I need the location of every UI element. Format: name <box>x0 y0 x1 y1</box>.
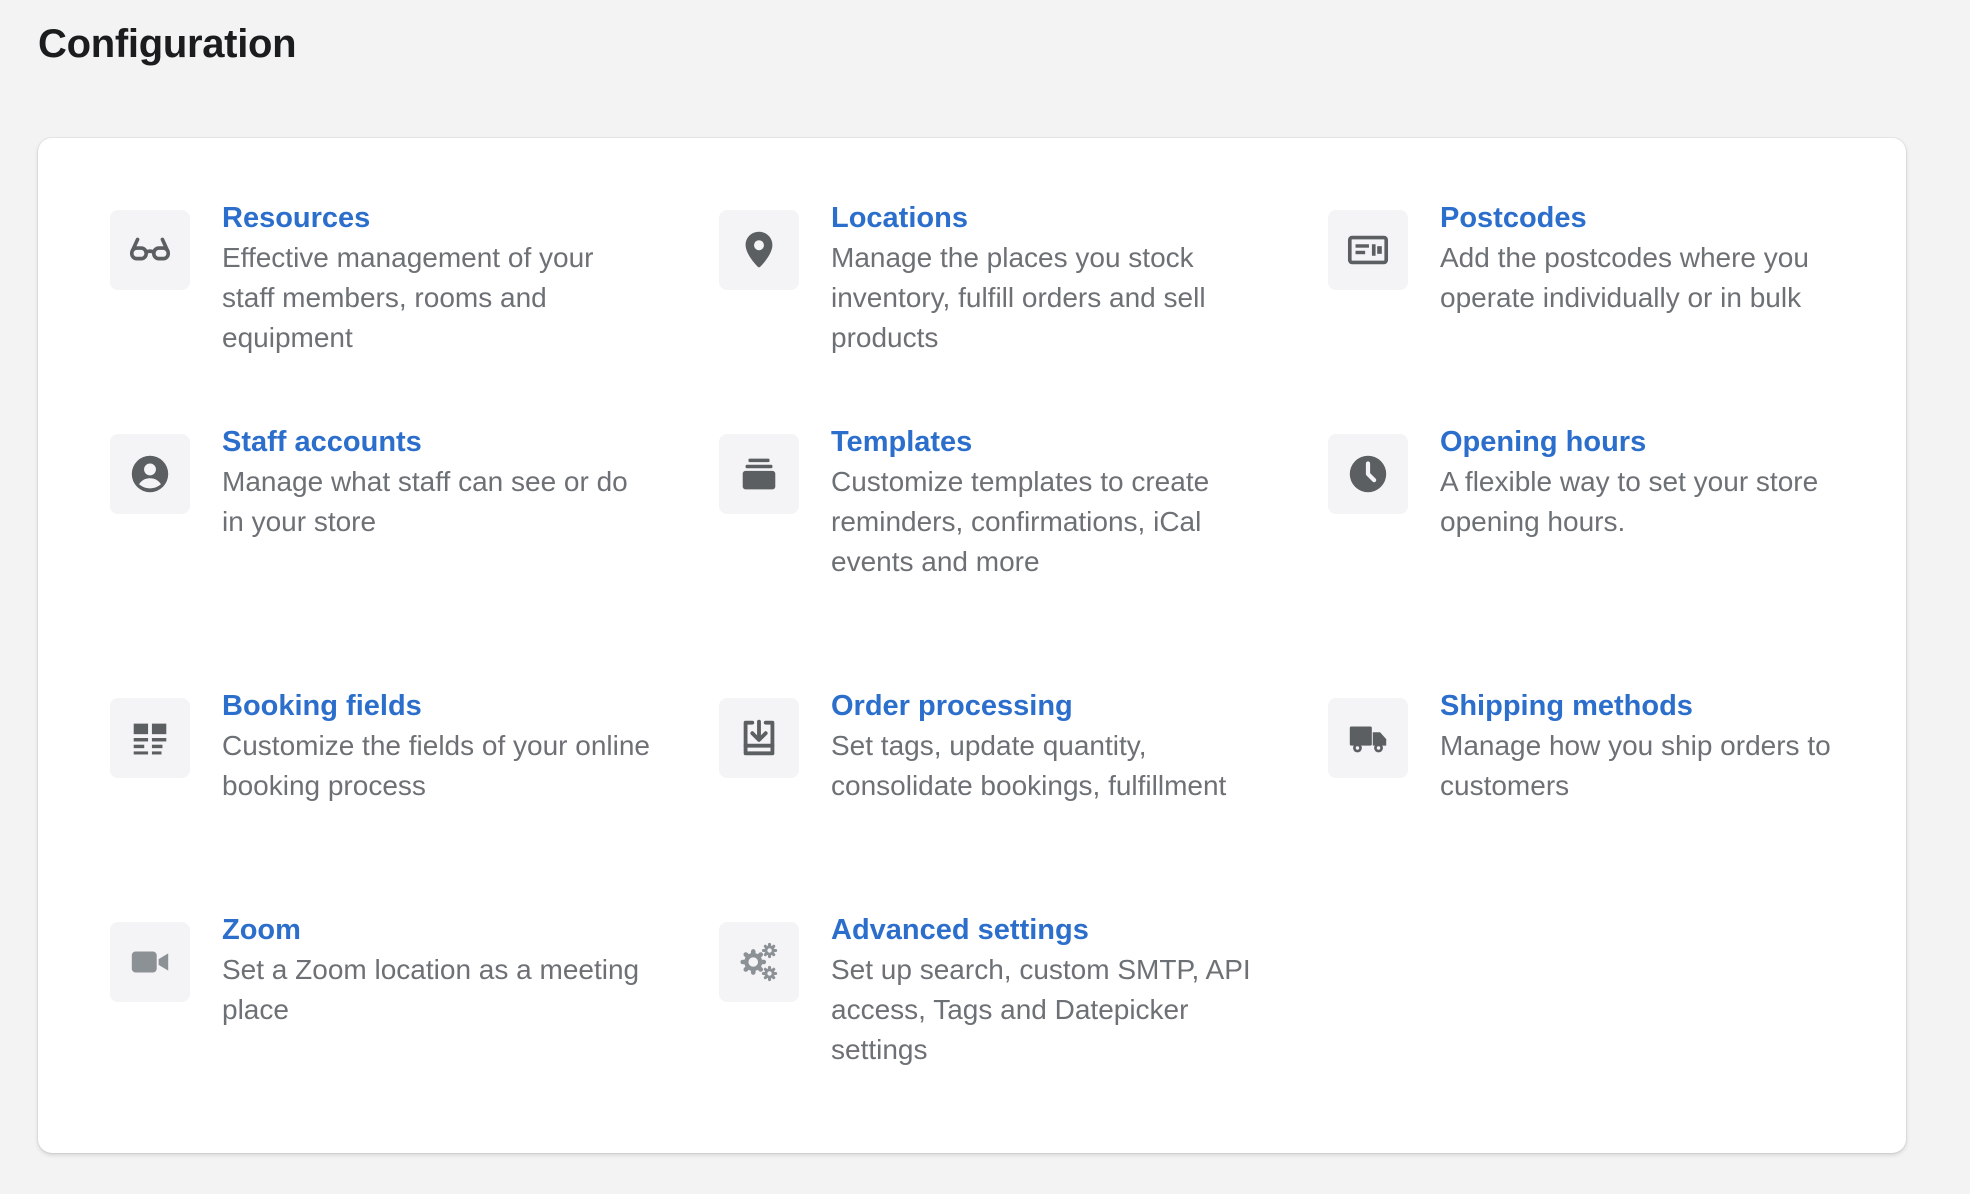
config-item-locations[interactable]: Locations Manage the places you stock in… <box>719 198 1259 358</box>
clock-icon <box>1328 434 1408 514</box>
config-item-description: Set up search, custom SMTP, API access, … <box>831 954 1251 1065</box>
config-item-title[interactable]: Staff accounts <box>222 422 650 462</box>
config-item-shipping-methods[interactable]: Shipping methods Manage how you ship ord… <box>1328 686 1868 806</box>
video-camera-icon <box>110 922 190 1002</box>
config-item-description: Customize the fields of your online book… <box>222 730 650 801</box>
config-item-postcodes[interactable]: Postcodes Add the postcodes where you op… <box>1328 198 1868 318</box>
location-pin-icon <box>719 210 799 290</box>
truck-icon <box>1328 698 1408 778</box>
config-item-opening-hours[interactable]: Opening hours A flexible way to set your… <box>1328 422 1868 542</box>
config-item-title[interactable]: Locations <box>831 198 1259 238</box>
config-item-staff-accounts[interactable]: Staff accounts Manage what staff can see… <box>110 422 650 542</box>
config-item-title[interactable]: Resources <box>222 198 650 238</box>
configuration-card: Resources Effective management of your s… <box>38 138 1906 1153</box>
template-stack-icon <box>719 434 799 514</box>
import-box-icon <box>719 698 799 778</box>
config-item-title[interactable]: Shipping methods <box>1440 686 1868 726</box>
page-title: Configuration <box>38 22 297 66</box>
postcode-card-icon <box>1328 210 1408 290</box>
config-item-title[interactable]: Opening hours <box>1440 422 1868 462</box>
config-item-title[interactable]: Postcodes <box>1440 198 1868 238</box>
config-item-description: Manage what staff can see or do in your … <box>222 466 628 537</box>
config-item-title[interactable]: Templates <box>831 422 1259 462</box>
config-item-booking-fields[interactable]: Booking fields Customize the fields of y… <box>110 686 650 806</box>
config-item-title[interactable]: Order processing <box>831 686 1259 726</box>
config-item-description: Manage how you ship orders to customers <box>1440 730 1831 801</box>
config-item-title[interactable]: Advanced settings <box>831 910 1259 950</box>
gears-icon <box>719 922 799 1002</box>
config-item-title[interactable]: Zoom <box>222 910 650 950</box>
config-item-description: Add the postcodes where you operate indi… <box>1440 242 1809 313</box>
config-item-order-processing[interactable]: Order processing Set tags, update quanti… <box>719 686 1259 806</box>
config-item-templates[interactable]: Templates Customize templates to create … <box>719 422 1259 582</box>
form-fields-icon <box>110 698 190 778</box>
config-item-description: Customize templates to create reminders,… <box>831 466 1210 577</box>
config-item-description: Effective management of your staff membe… <box>222 242 594 353</box>
config-item-advanced-settings[interactable]: Advanced settings Set up search, custom … <box>719 910 1259 1070</box>
config-item-zoom[interactable]: Zoom Set a Zoom location as a meeting pl… <box>110 910 650 1030</box>
config-item-description: Set tags, update quantity, consolidate b… <box>831 730 1227 801</box>
user-circle-icon <box>110 434 190 514</box>
config-item-resources[interactable]: Resources Effective management of your s… <box>110 198 650 358</box>
config-item-description: Manage the places you stock inventory, f… <box>831 242 1206 353</box>
glasses-icon <box>110 210 190 290</box>
config-item-title[interactable]: Booking fields <box>222 686 650 726</box>
config-item-description: A flexible way to set your store opening… <box>1440 466 1819 537</box>
config-item-description: Set a Zoom location as a meeting place <box>222 954 640 1025</box>
